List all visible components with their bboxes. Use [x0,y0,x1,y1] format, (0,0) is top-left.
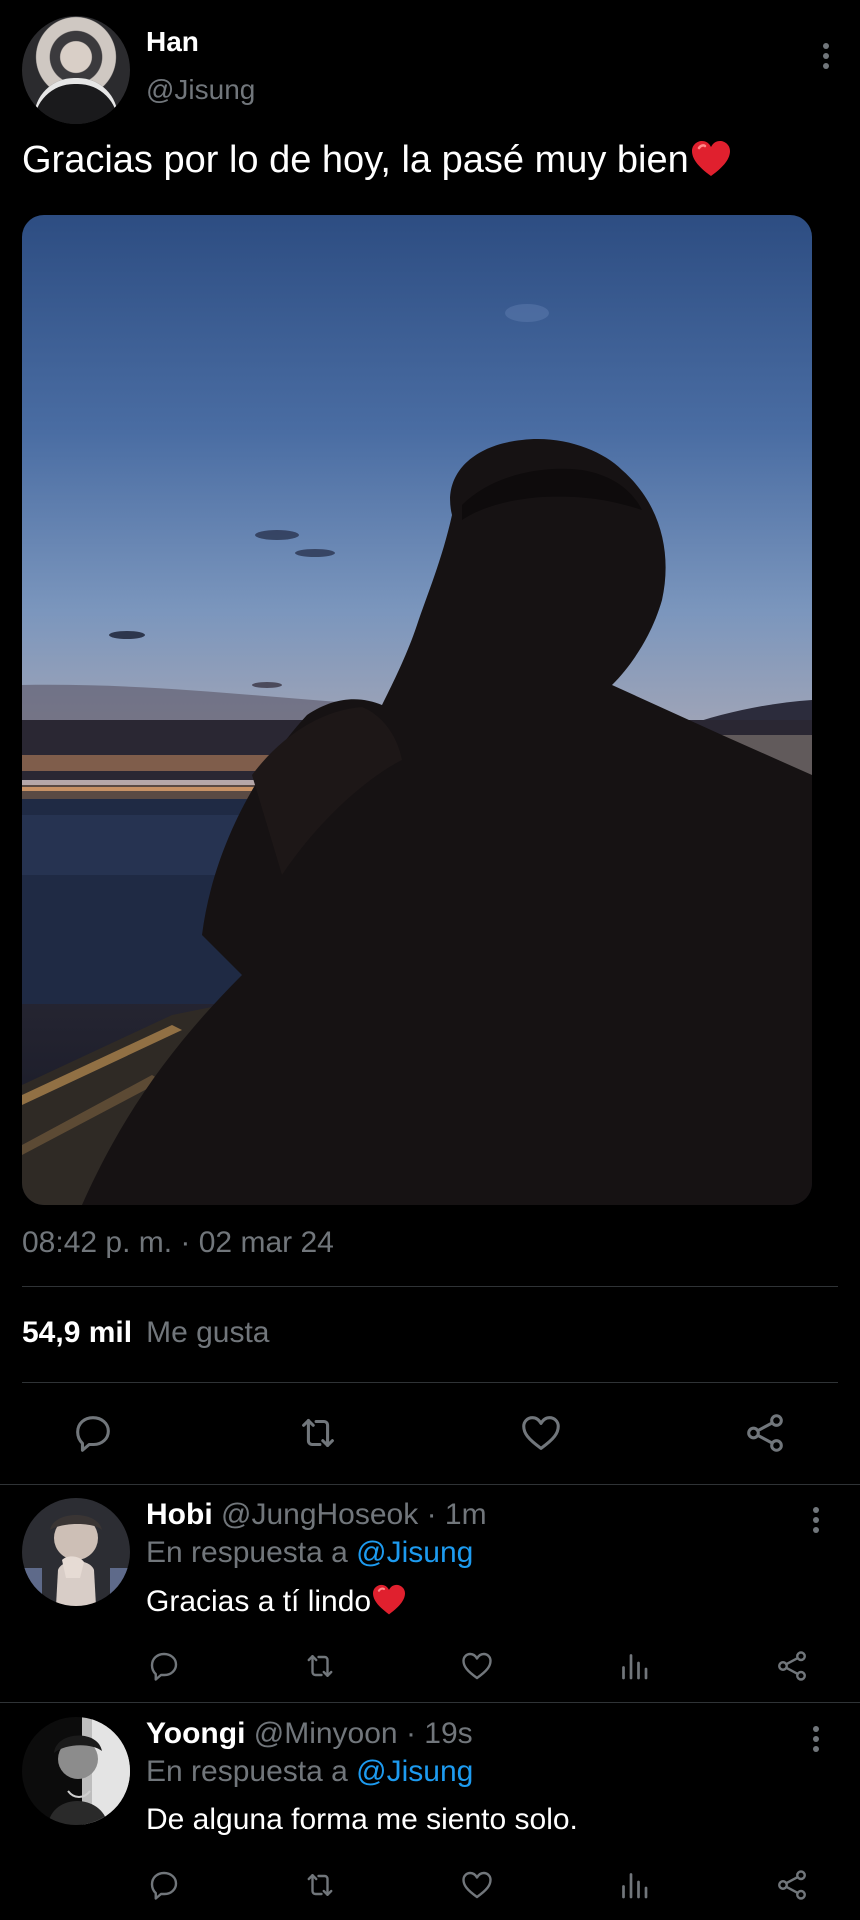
retweet-icon[interactable] [302,1867,338,1903]
retweet-icon[interactable] [302,1648,338,1684]
tweet-timestamp[interactable]: 08:42 p. m. · 02 mar 24 [22,1226,334,1260]
author-name[interactable]: Han [146,26,199,58]
tweet-text-content: Gracias por lo de hoy, la pasé muy bien [22,139,689,181]
avatar[interactable] [22,1717,130,1825]
divider [22,1286,838,1287]
reply-author-name[interactable]: Yoongi [146,1717,245,1750]
reply-mention[interactable]: @Jisung [356,1755,473,1788]
reply-text-content: Gracias a tí lindo [146,1585,372,1618]
share-icon[interactable] [774,1648,810,1684]
more-vertical-icon[interactable] [806,1504,826,1536]
main-action-bar [0,1410,860,1460]
tweet-detail-page: Han @Jisung Gracias por lo de hoy, la pa… [0,0,860,1920]
heart-icon[interactable] [459,1648,495,1684]
views-icon[interactable] [616,1867,652,1903]
heart-icon[interactable] [518,1410,564,1456]
reply-mention[interactable]: @Jisung [356,1536,473,1569]
reply-context: En respuesta a @Jisung [146,1755,473,1789]
retweet-icon[interactable] [295,1410,341,1456]
tweet-header: Han @Jisung [22,16,838,126]
tweet-text: Gracias por lo de hoy, la pasé muy bien [22,138,838,184]
reply-icon[interactable] [146,1867,182,1903]
divider [0,1702,860,1703]
reply-author-handle[interactable]: @JungHoseok [221,1498,418,1531]
divider [22,1382,838,1383]
tweet-photo[interactable] [22,215,812,1205]
likes-label: Me gusta [146,1316,270,1349]
avatar[interactable] [22,16,130,124]
photo-scene [22,304,812,1205]
heart-icon[interactable] [459,1867,495,1903]
reply-item[interactable]: Yoongi @Minyoon · 19s En respuesta a @Ji… [0,1707,860,1920]
reply-icon[interactable] [70,1410,116,1456]
views-icon[interactable] [616,1648,652,1684]
red-heart-emoji-icon [691,141,730,176]
more-vertical-icon[interactable] [816,40,836,72]
share-icon[interactable] [774,1867,810,1903]
reply-author-handle[interactable]: @Minyoon [254,1717,398,1750]
reply-meta: Yoongi @Minyoon · 19s [146,1717,473,1751]
avatar[interactable] [22,1498,130,1606]
reply-text: De alguna forma me siento solo. [146,1803,578,1836]
reply-time: · 19s [405,1717,473,1750]
reply-text: Gracias a tí lindo [146,1584,406,1619]
reply-prefix: En respuesta a [146,1536,348,1569]
reply-author-name[interactable]: Hobi [146,1498,213,1531]
reply-icon[interactable] [146,1648,182,1684]
reply-time: · 1m [426,1498,487,1531]
share-icon[interactable] [742,1410,788,1456]
divider [0,1484,860,1485]
author-handle[interactable]: @Jisung [146,74,255,106]
reply-prefix: En respuesta a [146,1755,348,1788]
likes-count: 54,9 mil [22,1316,133,1349]
more-vertical-icon[interactable] [806,1723,826,1755]
red-heart-emoji-icon [373,1584,406,1615]
reply-item[interactable]: Hobi @JungHoseok · 1m En respuesta a @Ji… [0,1488,860,1708]
likes-row[interactable]: 54,9 mil Me gusta [22,1316,269,1350]
reply-context: En respuesta a @Jisung [146,1536,473,1570]
reply-meta: Hobi @JungHoseok · 1m [146,1498,487,1532]
